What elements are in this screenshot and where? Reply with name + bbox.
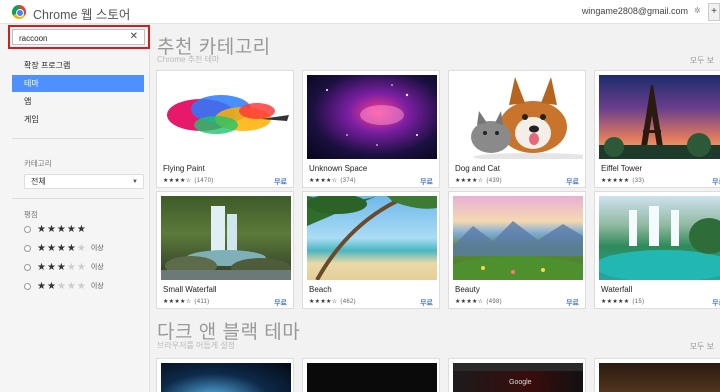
theme-name: Dog and Cat bbox=[455, 164, 500, 173]
theme-thumbnail bbox=[453, 196, 583, 280]
theme-name: Small Waterfall bbox=[163, 285, 217, 294]
rating-suffix: 이상 bbox=[90, 264, 104, 271]
theme-card[interactable]: Beauty ★★★★☆ (498) 무료 bbox=[448, 191, 586, 309]
settings-icon[interactable]: ✲ bbox=[694, 7, 702, 15]
radio-button[interactable] bbox=[24, 225, 31, 233]
theme-card[interactable]: Eiffel Tower ★★★★★(33) 무료 bbox=[594, 70, 720, 188]
theme-card[interactable]: Beach ★★★★☆ (462) 무료 bbox=[302, 191, 440, 309]
theme-card[interactable]: Unknown Space ★★★★☆ (374) 무료 bbox=[302, 70, 440, 188]
theme-rating: ★★★★☆ (439) bbox=[455, 178, 502, 184]
rating-label: 평점 bbox=[24, 210, 38, 219]
theme-thumbnail bbox=[599, 75, 720, 159]
radio-button[interactable] bbox=[24, 263, 31, 271]
section-subtitle: 브라우저를 어둡게 설정 bbox=[157, 341, 236, 350]
theme-card[interactable]: Google bbox=[448, 358, 586, 392]
theme-card[interactable]: Dog and Cat ★★★★☆ (439) 무료 bbox=[448, 70, 586, 188]
theme-price: 무료 bbox=[274, 179, 287, 186]
theme-thumbnail bbox=[161, 196, 291, 280]
theme-thumbnail bbox=[599, 196, 720, 280]
theme-rating: ★★★★☆ (462) bbox=[309, 299, 356, 305]
add-account-button[interactable]: + bbox=[708, 3, 720, 21]
theme-thumbnail bbox=[307, 196, 437, 280]
theme-thumbnail bbox=[307, 75, 437, 159]
theme-card[interactable] bbox=[302, 358, 440, 392]
store-title[interactable]: Chrome 웹 스토어 bbox=[33, 4, 130, 23]
rating-filter-2[interactable]: ★★★★★ 이상 bbox=[24, 280, 104, 292]
theme-name: Waterfall bbox=[601, 285, 633, 294]
clear-search-icon[interactable]: ✕ bbox=[130, 31, 138, 43]
google-preview-text: Google bbox=[509, 379, 532, 386]
theme-price: 무료 bbox=[712, 300, 720, 307]
theme-card[interactable] bbox=[156, 358, 294, 392]
theme-name: Unknown Space bbox=[309, 164, 368, 173]
theme-rating: ★★★★☆ (498) bbox=[455, 299, 502, 305]
theme-card[interactable]: Waterfall ★★★★★(15) 무료 bbox=[594, 191, 720, 309]
category-label: 카테고리 bbox=[24, 159, 52, 168]
theme-card[interactable] bbox=[594, 358, 720, 392]
category-select[interactable]: 전체 ▼ bbox=[24, 174, 144, 189]
theme-price: 무료 bbox=[420, 300, 433, 307]
chevron-down-icon: ▼ bbox=[132, 179, 138, 185]
theme-thumbnail bbox=[453, 75, 583, 159]
theme-name: Eiffel Tower bbox=[601, 164, 643, 173]
chrome-logo-icon[interactable] bbox=[12, 5, 26, 19]
theme-thumbnail bbox=[161, 363, 291, 392]
theme-name: Beach bbox=[309, 285, 332, 294]
theme-card[interactable]: Flying Paint ★★★★☆ (1470) 무료 bbox=[156, 70, 294, 188]
theme-thumbnail bbox=[307, 363, 437, 392]
sidebar-divider bbox=[12, 198, 144, 199]
theme-price: 무료 bbox=[712, 179, 720, 186]
category-selected-value: 전체 bbox=[31, 177, 46, 186]
nav-item-extensions[interactable]: 확장 프로그램 bbox=[12, 57, 144, 74]
rating-suffix: 이상 bbox=[90, 283, 104, 290]
theme-rating: ★★★★★ (33) bbox=[601, 178, 645, 184]
theme-rating: ★★★★★ (15) bbox=[601, 299, 645, 305]
top-bar: Chrome 웹 스토어 wingame2808@gmail.com ✲ + bbox=[0, 0, 720, 24]
sidebar-divider bbox=[12, 138, 144, 139]
search-box[interactable]: ✕ bbox=[12, 29, 145, 45]
theme-rating: ★★★★☆ (1470) bbox=[163, 178, 214, 184]
sidebar: ✕ 확장 프로그램 테마 앱 게임 카테고리 전체 ▼ 평점 ★★★★★ ★★★… bbox=[0, 24, 150, 392]
theme-price: 무료 bbox=[420, 179, 433, 186]
rating-stars: ★★★★★ bbox=[37, 223, 87, 235]
radio-button[interactable] bbox=[24, 244, 31, 252]
search-input[interactable] bbox=[19, 32, 119, 44]
theme-thumbnail bbox=[161, 75, 291, 159]
nav-item-apps[interactable]: 앱 bbox=[12, 93, 144, 110]
theme-price: 무료 bbox=[566, 300, 579, 307]
see-all-link[interactable]: 모두 보 bbox=[690, 55, 714, 66]
theme-name: Flying Paint bbox=[163, 164, 205, 173]
rating-filter-5[interactable]: ★★★★★ bbox=[24, 223, 91, 235]
user-email[interactable]: wingame2808@gmail.com bbox=[582, 6, 688, 16]
rating-stars: ★★★★★ bbox=[37, 261, 87, 273]
theme-rating: ★★★★☆ (374) bbox=[309, 178, 356, 184]
theme-thumbnail bbox=[599, 363, 720, 392]
rating-stars: ★★★★★ bbox=[37, 280, 87, 292]
nav-item-games[interactable]: 게임 bbox=[12, 111, 144, 128]
nav-item-themes[interactable]: 테마 bbox=[12, 75, 144, 92]
rating-filter-3[interactable]: ★★★★★ 이상 bbox=[24, 261, 104, 273]
rating-filter-4[interactable]: ★★★★★ 이상 bbox=[24, 242, 104, 254]
theme-name: Beauty bbox=[455, 285, 480, 294]
radio-button[interactable] bbox=[24, 282, 31, 290]
rating-suffix: 이상 bbox=[90, 245, 104, 252]
section-subtitle: Chrome 추천 테마 bbox=[157, 55, 220, 64]
main-content: 추천 카테고리 Chrome 추천 테마 모두 보 Flying Paint ★… bbox=[150, 24, 720, 392]
theme-thumbnail: Google bbox=[453, 363, 583, 392]
theme-price: 무료 bbox=[566, 179, 579, 186]
see-all-link[interactable]: 모두 보 bbox=[690, 341, 714, 352]
theme-rating: ★★★★☆ (411) bbox=[163, 299, 210, 305]
theme-price: 무료 bbox=[274, 300, 287, 307]
rating-stars: ★★★★★ bbox=[37, 242, 87, 254]
theme-card[interactable]: Small Waterfall ★★★★☆ (411) 무료 bbox=[156, 191, 294, 309]
